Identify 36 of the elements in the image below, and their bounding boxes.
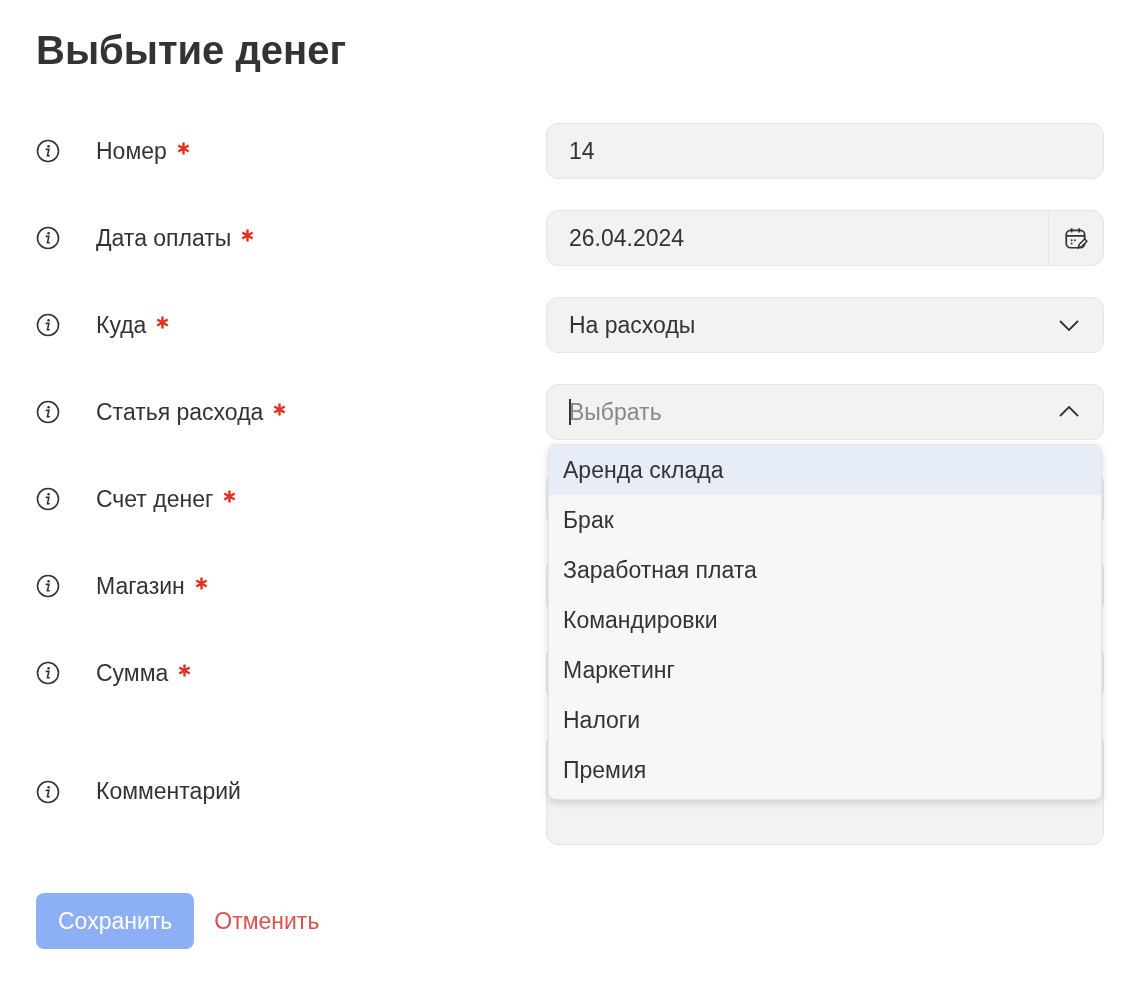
required-asterisk-icon [241,228,255,242]
date-field[interactable]: 26.04.2024 [546,210,1104,266]
info-icon[interactable] [36,139,60,163]
select-field[interactable]: На расходы [546,297,1104,353]
required-asterisk-icon [223,489,237,503]
field-label: Дата оплаты [96,224,232,252]
field-label: Счет денег [96,485,214,513]
required-asterisk-icon [156,315,170,329]
page-title: Выбытие денег [36,28,348,73]
calendar-icon[interactable] [1063,225,1089,251]
field-label: Сумма [96,659,169,687]
dropdown-option[interactable]: Заработная плата [549,545,1101,595]
info-icon[interactable] [36,574,60,598]
dropdown-option[interactable]: Командировки [549,595,1101,645]
field-label: Магазин [96,572,185,600]
dropdown-option[interactable]: Брак [549,495,1101,545]
field-label: Комментарий [96,778,241,805]
info-icon[interactable] [36,779,60,804]
info-icon[interactable] [36,661,60,685]
info-icon[interactable] [36,400,60,424]
required-asterisk-icon [194,576,208,590]
required-asterisk-icon [273,402,287,416]
info-icon[interactable] [36,226,60,250]
field-label: Статья расхода [96,398,264,426]
field-label: Номер [96,137,167,165]
info-icon[interactable] [36,313,60,337]
info-icon[interactable] [36,487,60,511]
dropdown-option[interactable]: Маркетинг [549,645,1101,695]
dropdown-option[interactable]: Аренда склада [549,445,1101,495]
text-field[interactable]: 14 [546,123,1104,179]
dropdown-option[interactable]: Премия [549,745,1101,795]
cancel-link[interactable]: Отменить [214,907,320,935]
field-label: Куда [96,311,147,339]
required-asterisk-icon [178,663,192,677]
dropdown-option[interactable]: Налоги [549,695,1101,745]
required-asterisk-icon [176,141,190,155]
